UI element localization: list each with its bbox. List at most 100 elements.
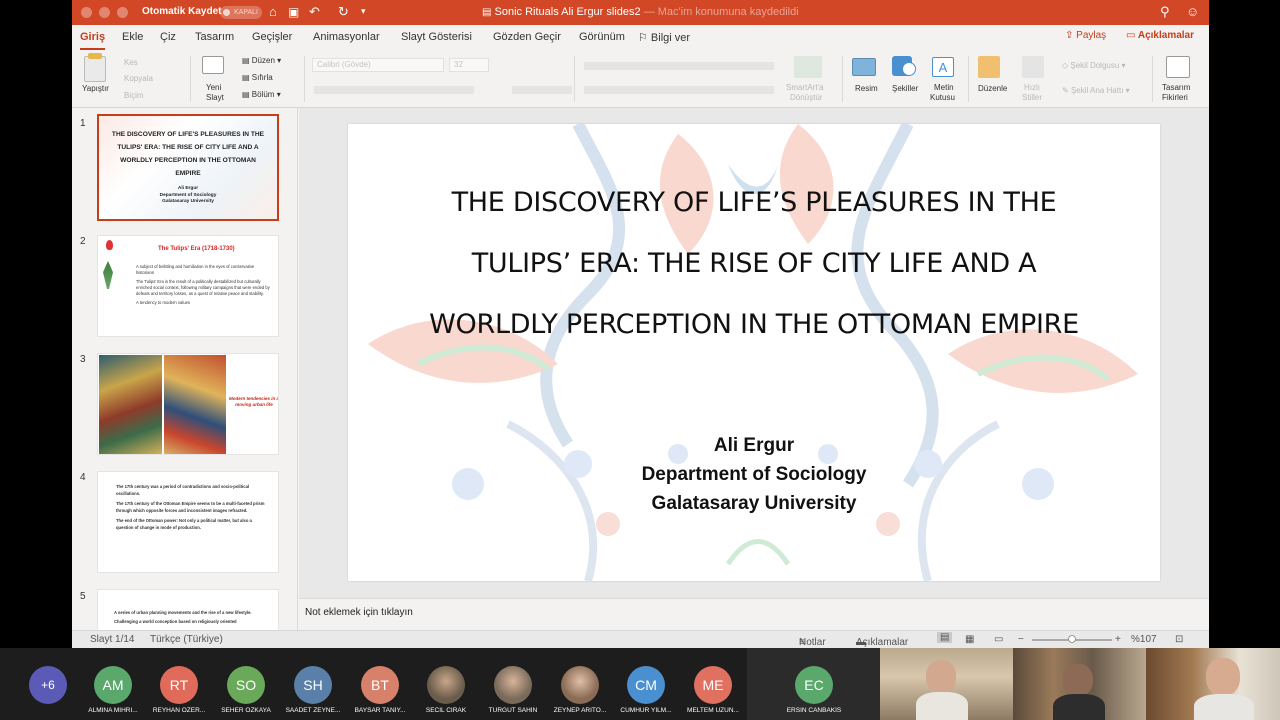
language-indicator[interactable]: Türkçe (Türkiye) [150, 634, 223, 645]
textbox-label-2[interactable]: Kutusu [930, 93, 955, 103]
paste-icon[interactable] [84, 56, 106, 82]
participant-tile[interactable]: SH SAADET ZEYNE... [280, 666, 346, 720]
designer-icon[interactable] [1166, 56, 1190, 78]
save-icon[interactable]: ▣ [288, 5, 299, 19]
thumbnail-caption: Modern tendencies in a moving urban life [228, 396, 279, 407]
participant-tile[interactable]: SECIL CIRAK [413, 666, 479, 720]
avatar: EC [795, 666, 833, 704]
format-painter-button[interactable]: Biçim [124, 91, 144, 101]
font-size-field[interactable]: 32 [449, 58, 489, 72]
new-slide-label-1[interactable]: Yeni [206, 83, 221, 93]
zoom-slider-thumb[interactable] [1068, 635, 1076, 643]
smartart-label-2[interactable]: Dönüştür [790, 93, 822, 103]
current-slide[interactable]: THE DISCOVERY OF LIFE’S PLEASURES IN THE… [348, 124, 1160, 581]
alignment-buttons[interactable] [584, 86, 774, 94]
participant-tile[interactable]: CM CUMHUR YILM... [613, 666, 679, 720]
participant-tile[interactable]: AM ALMINA MIHRI... [80, 666, 146, 720]
quick-styles-icon[interactable] [1022, 56, 1044, 78]
autosave-toggle[interactable]: KAPALI [220, 6, 262, 19]
list-buttons[interactable] [584, 62, 774, 70]
video-feed[interactable] [880, 648, 1013, 720]
clipboard-clip-icon [88, 53, 102, 59]
comments-button[interactable]: ▭ Açıklamalar [1126, 30, 1194, 41]
university-name: Galatasaray University [651, 493, 857, 514]
shapes-label[interactable]: Şekiller [892, 84, 918, 94]
more-participants-button[interactable]: +6 [29, 666, 67, 704]
tab-tell-me[interactable]: ⚐ Bilgi ver [638, 31, 690, 44]
smartart-icon[interactable] [794, 56, 822, 78]
smartart-label-1[interactable]: SmartArt'a [786, 83, 824, 93]
tab-review[interactable]: Gözden Geçir [493, 31, 561, 43]
slide-thumbnail-3[interactable]: Modern tendencies in a moving urban life [97, 353, 279, 455]
video-feed[interactable] [1013, 648, 1146, 720]
participant-tile[interactable]: ME MELTEM UZUN... [680, 666, 746, 720]
participant-tile[interactable]: BT BAYSAR TANIY... [347, 666, 413, 720]
slide-sorter-icon[interactable]: ▦ [965, 634, 974, 645]
font-color-buttons[interactable] [512, 86, 572, 94]
redo-icon[interactable]: ↻ [338, 4, 349, 20]
tab-slideshow[interactable]: Slayt Gösterisi [401, 31, 472, 43]
slide-thumbnail-5[interactable]: A series of urban planning movements and… [97, 589, 279, 630]
section-button[interactable]: ▤ Bölüm ▾ [242, 90, 281, 100]
quick-styles-label-2[interactable]: Stiller [1022, 93, 1042, 103]
tab-insert[interactable]: Ekle [122, 31, 143, 43]
search-icon[interactable]: ⚲ [1160, 4, 1170, 20]
picture-label[interactable]: Resim [855, 84, 878, 94]
textbox-icon[interactable]: A [932, 57, 954, 77]
fit-to-window-icon[interactable]: ⊡ [1175, 634, 1183, 645]
font-formatting-buttons[interactable] [314, 86, 474, 94]
account-icon[interactable]: ☺ [1186, 4, 1199, 19]
textbox-label-1[interactable]: Metin [934, 83, 954, 93]
arrange-icon[interactable] [978, 56, 1000, 78]
notes-pane[interactable]: Not eklemek için tıklayın [299, 598, 1209, 630]
shape-fill-button[interactable]: ◇ Şekil Dolgusu ▾ [1062, 61, 1126, 71]
tab-transitions[interactable]: Geçişler [252, 31, 292, 43]
zoom-out-button[interactable]: − [1018, 634, 1024, 645]
paste-label[interactable]: Yapıştır [82, 84, 109, 94]
slide-thumbnail-2[interactable]: The Tulips' Era (1718-1730) A subject of… [97, 235, 279, 337]
participant-tile[interactable]: ZEYNEP ARITO... [547, 666, 613, 720]
tab-home[interactable]: Giriş [80, 31, 106, 50]
participant-name: BAYSAR TANIY... [354, 707, 406, 714]
slide-subtitle[interactable]: Ali Ergur Department of Sociology Galata… [348, 431, 1160, 518]
new-slide-icon[interactable] [202, 56, 224, 74]
shape-outline-button[interactable]: ✎ Şekil Ana Hattı ▾ [1062, 86, 1130, 96]
designer-label-1[interactable]: Tasarım [1162, 83, 1190, 93]
participant-tile[interactable]: SO SEHER OZKAYA [213, 666, 279, 720]
arrange-label[interactable]: Düzenle [978, 84, 1007, 94]
normal-view-icon[interactable]: ▤ [937, 632, 953, 643]
customize-toolbar-icon[interactable]: ▾ [361, 6, 366, 17]
slide-thumbnail-1[interactable]: THE DISCOVERY OF LIFE'S PLEASURES IN THE… [97, 114, 279, 221]
picture-icon[interactable] [852, 58, 876, 76]
new-slide-label-2[interactable]: Slayt [206, 93, 224, 103]
tab-draw[interactable]: Çiz [160, 31, 176, 43]
minimize-window-button[interactable] [99, 7, 110, 18]
miniature-painting-1 [99, 355, 162, 454]
undo-icon[interactable]: ↶ [309, 4, 320, 20]
tab-design[interactable]: Tasarım [195, 31, 234, 43]
participant-tile[interactable]: RT REYHAN OZER... [146, 666, 212, 720]
home-icon[interactable]: ⌂ [269, 4, 277, 19]
font-name-field[interactable]: Calibri (Gövde) [312, 58, 444, 72]
video-feed[interactable] [1146, 648, 1280, 720]
reset-button[interactable]: ▤ Sıfırla [242, 73, 273, 83]
close-window-button[interactable] [81, 7, 92, 18]
share-button[interactable]: ⇪ Paylaş [1065, 30, 1106, 41]
active-speaker-tile[interactable]: EC ERSIN CANBAKIS [747, 648, 880, 720]
reading-view-icon[interactable]: ▭ [994, 634, 1003, 645]
designer-label-2[interactable]: Fikirleri [1162, 93, 1188, 103]
quick-styles-label-1[interactable]: Hızlı [1024, 83, 1040, 93]
slide-title[interactable]: THE DISCOVERY OF LIFE’S PLEASURES IN THE… [408, 172, 1100, 355]
cut-button[interactable]: Kes [124, 58, 138, 68]
tab-view[interactable]: Görünüm [579, 31, 625, 43]
copy-button[interactable]: Kopyala [124, 74, 153, 84]
zoom-in-button[interactable]: + [1115, 634, 1121, 645]
notes-placeholder[interactable]: Not eklemek için tıklayın [305, 607, 413, 618]
slide-thumbnail-4[interactable]: The 17th century was a period of contrad… [97, 471, 279, 573]
zoom-window-button[interactable] [117, 7, 128, 18]
share-icon: ⇪ [1065, 30, 1077, 41]
tab-animations[interactable]: Animasyonlar [313, 31, 380, 43]
layout-button[interactable]: ▤ Düzen ▾ [242, 56, 281, 66]
participant-tile[interactable]: TURGUT SAHIN [480, 666, 546, 720]
zoom-level[interactable]: %107 [1131, 634, 1157, 645]
